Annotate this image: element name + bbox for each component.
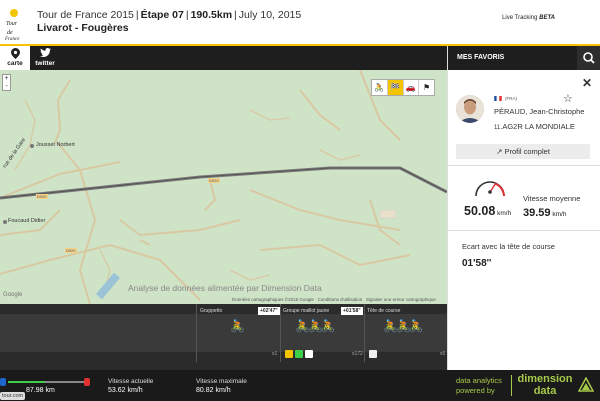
svg-text:de: de	[7, 30, 13, 36]
finish-icon[interactable]: ⚑	[419, 80, 434, 95]
search-icon	[583, 52, 595, 64]
road-number: D920	[208, 178, 220, 183]
map-attribution: Données cartographiques ©2015 Google Con…	[232, 297, 436, 302]
gap-to-leader-label: Ecart avec la tête de course	[462, 242, 555, 251]
live-tracking-label: Live Tracking BETA	[502, 15, 555, 21]
road-number: D920	[36, 194, 48, 199]
close-icon[interactable]: ✕	[582, 76, 592, 90]
rider-group-icon[interactable]: 🚴🚴🚴	[295, 319, 336, 333]
search-button[interactable]	[577, 46, 600, 70]
google-logo: Google	[3, 292, 23, 298]
rider-avatar	[456, 95, 484, 123]
group-maillot-jaune-label: Groupe maillot jaune	[283, 308, 330, 314]
current-speed-value: 53.62 km/h	[108, 387, 143, 394]
zoom-in-button[interactable]: +	[3, 75, 10, 83]
place-marker	[30, 144, 34, 148]
tour-de-france-logo[interactable]: Tour de France	[4, 5, 24, 41]
zoom-control: + -	[2, 74, 11, 91]
speedometer-icon	[475, 181, 505, 197]
svg-text:France: France	[4, 37, 20, 41]
max-speed-label: Vitesse maximale	[196, 378, 247, 385]
tab-twitter[interactable]: twitter	[30, 46, 60, 70]
rider-country: (FRA)	[505, 96, 517, 101]
rider-name: PÉRAUD, Jean-Christophe	[494, 107, 585, 116]
rider-speed: 50.08 km/h	[464, 204, 512, 218]
rider-group-icon[interactable]: 🚴	[230, 319, 245, 333]
stage-route: Livarot - Fougères	[37, 22, 129, 34]
stage-date: July 10, 2015	[238, 9, 302, 21]
green-jersey-icon	[295, 350, 303, 358]
stage-distance: 190.5km	[190, 9, 233, 21]
race-stats-bar: 87.98 km Vitesse actuelle 53.62 km/h Vit…	[0, 370, 447, 401]
cyclist-icon[interactable]: 🚴	[372, 80, 388, 95]
yellow-jersey-icon[interactable]: 🏁	[387, 80, 404, 95]
map-pin-icon	[0, 46, 30, 60]
group-count: x5	[440, 351, 446, 357]
report-error-link[interactable]: Signaler une erreur cartographique	[366, 297, 436, 302]
group-gruppetto-label: Gruppetto	[200, 308, 223, 314]
place-label: Foucaud Didier	[8, 218, 46, 224]
gap-to-leader-value: 01'58''	[462, 258, 492, 269]
beta-badge: BETA	[539, 15, 555, 21]
favorites-header: MES FAVORIS	[448, 46, 600, 70]
tour-title: Tour de France 2015	[37, 9, 134, 21]
sponsor-tagline: data analytics powered by	[456, 376, 502, 395]
race-progress-bar	[8, 381, 88, 383]
group-tete-course-label: Tête de course	[367, 308, 401, 314]
max-speed-value: 80.82 km/h	[196, 387, 231, 394]
place-marker	[3, 220, 7, 224]
group-count: x172	[352, 351, 363, 357]
favorites-title: MES FAVORIS	[457, 54, 505, 61]
tab-label: carte	[7, 60, 23, 67]
stage-number: Étape 07	[140, 9, 184, 21]
rider-group-icon[interactable]: 🚴🚴🚴	[383, 319, 424, 333]
building	[379, 209, 397, 219]
yellow-jersey-icon	[285, 350, 293, 358]
race-progress-fill	[8, 381, 45, 383]
full-profile-button[interactable]: ↗ Profil complet	[456, 144, 590, 159]
view-tabs: carte twitter	[0, 46, 447, 70]
stage-info: Tour de France 2015 | Étape 07 | 190.5km | Jul…	[37, 9, 302, 21]
average-speed-value: 39.59 km/h	[523, 207, 567, 219]
white-jersey-icon	[305, 350, 313, 358]
france-flag-icon	[494, 96, 502, 101]
favorites-panel: MES FAVORIS ✕ (FRA) ☆ PÉRAUD, Jean-Chris…	[447, 46, 600, 370]
favorite-star-icon[interactable]: ☆	[563, 92, 573, 105]
road-number: D920	[65, 248, 77, 253]
twitter-icon	[30, 46, 60, 60]
polka-jersey-icon	[369, 350, 377, 358]
rider-team: 11.AG2R LA MONDIALE	[494, 122, 575, 131]
place-label: Jousset Norbert	[36, 142, 75, 148]
tab-carte[interactable]: carte	[0, 46, 30, 70]
average-speed-label: Vitesse moyenne	[523, 194, 581, 203]
finish-flag-icon	[84, 378, 90, 386]
zoom-out-button[interactable]: -	[3, 83, 10, 91]
distance-covered: 87.98 km	[26, 387, 55, 394]
group-gap-badge: +02'47"	[258, 307, 280, 315]
race-groups-strip: Gruppetto +02'47" 🚴 x1 Groupe maillot ja…	[0, 304, 447, 370]
svg-text:Tour: Tour	[6, 21, 18, 27]
car-icon[interactable]: 🚗	[404, 80, 420, 95]
rider-bib-number: 11	[494, 125, 501, 131]
map-tools: 🚴 🏁 🚗 ⚑	[371, 79, 435, 96]
site-badge[interactable]: tour.com	[0, 392, 26, 400]
terms-link[interactable]: Conditions d'utilisation	[318, 297, 363, 302]
current-speed-label: Vitesse actuelle	[108, 378, 154, 385]
map-canvas[interactable]	[0, 70, 447, 304]
race-map[interactable]: + - 🚴 🏁 🚗 ⚑ Jousset Norbert Foucaud Didi…	[0, 70, 447, 304]
map-watermark: Analyse de données alimentée par Dimensi…	[128, 283, 322, 293]
external-link-icon: ↗	[496, 147, 503, 156]
group-gap-badge: +01'58"	[341, 307, 363, 315]
sponsor-footer: data analytics powered by dimension data	[447, 370, 600, 401]
start-flag-icon	[0, 378, 6, 386]
dimension-data-logo[interactable]: dimension data	[517, 373, 573, 397]
tab-label: twitter	[35, 60, 55, 67]
dimension-data-mark-icon	[578, 377, 594, 392]
app-header: Tour de France Tour de France 2015 | Étape…	[0, 0, 600, 44]
group-count: x1	[272, 351, 278, 357]
